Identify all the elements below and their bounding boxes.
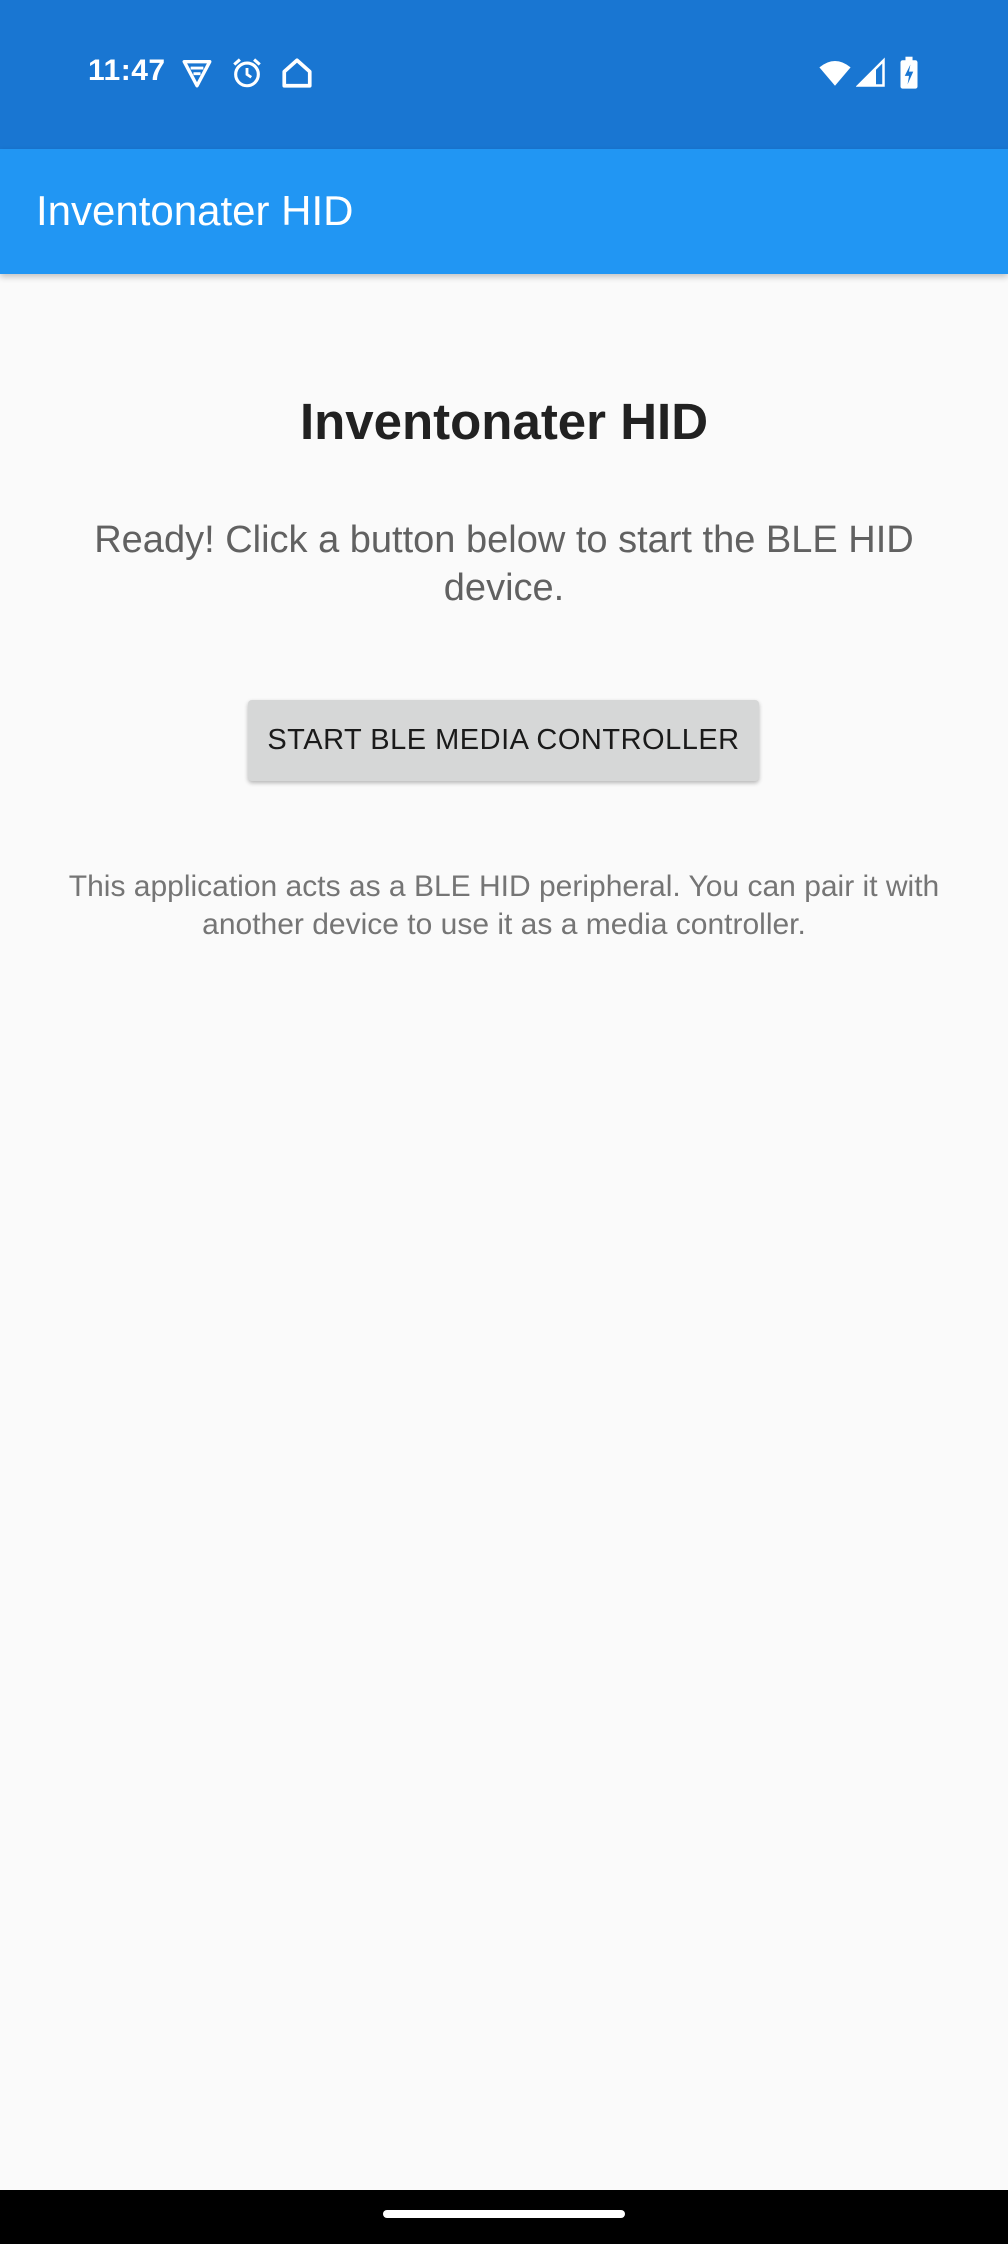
status-message: Ready! Click a button below to start the… [94, 519, 914, 609]
home-icon [280, 56, 314, 90]
start-ble-media-controller-button[interactable]: START BLE MEDIA CONTROLLER [248, 700, 759, 781]
app-bar: Inventonater HID [0, 149, 1008, 274]
alarm-icon [230, 56, 264, 90]
wifi-icon [816, 56, 854, 90]
navigation-bar [0, 2190, 1008, 2244]
status-time: 11:47 [88, 54, 166, 87]
app-bar-title: Inventonater HID [36, 187, 354, 234]
signal-icon [856, 56, 886, 90]
status-bar: 11:47 [0, 0, 1008, 149]
info-text: This application acts as a BLE HID perip… [68, 870, 940, 941]
page-heading: Inventonater HID [299, 393, 709, 450]
battery-charging-icon [898, 56, 920, 90]
vpn-icon [180, 56, 214, 90]
home-gesture-handle[interactable] [383, 2210, 625, 2218]
app-screen: 11:47 Inventonater HID Inventonater HID … [0, 0, 1008, 2244]
